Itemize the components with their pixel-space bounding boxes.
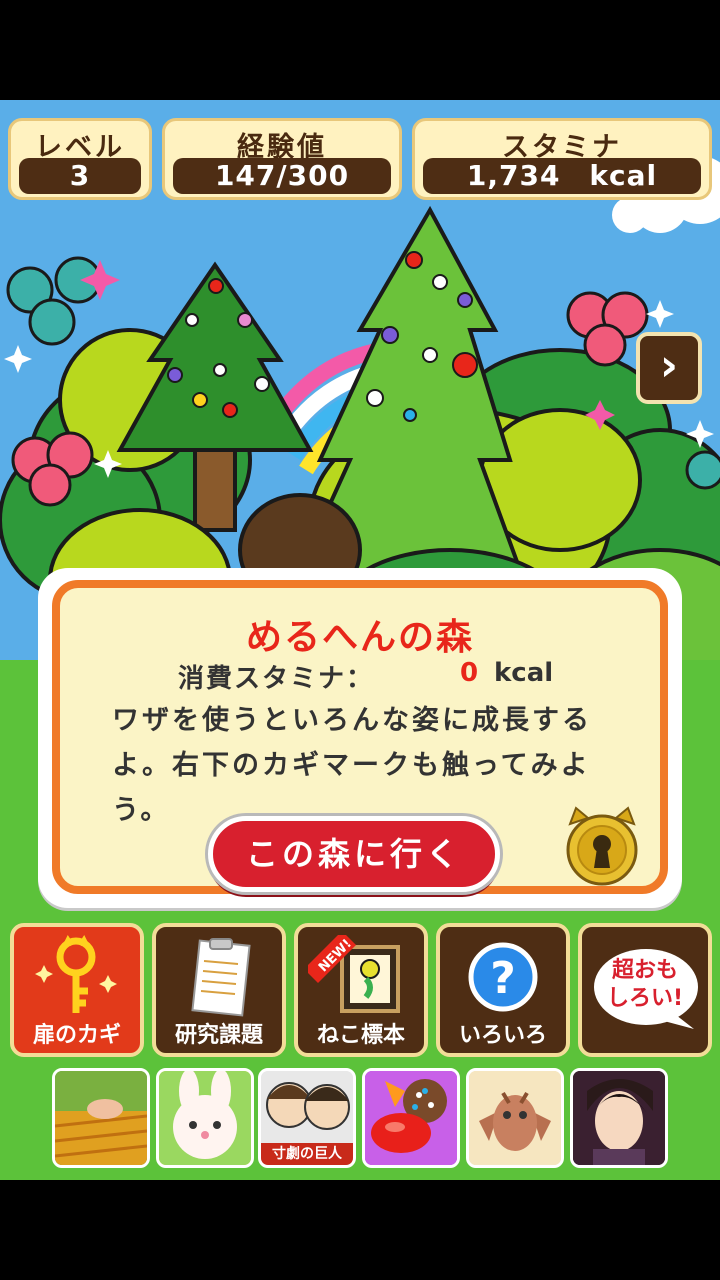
dialog-description: ワザを使うといろんな姿に成長するよ。右下のカギマークも触ってみよう。: [112, 705, 592, 826]
menu-label-specimen: ねこ標本: [316, 1023, 405, 1048]
stamina-cost: 消費スタミナ： 0 kcal: [178, 658, 553, 695]
dialog-title: めるへんの森: [245, 617, 474, 658]
level-panel: レベル 3: [8, 118, 152, 200]
chibi-giant-caption: 寸劇の巨人: [272, 1146, 342, 1162]
key-icon: [35, 935, 117, 1013]
menu-label-research: 研究課題: [174, 1023, 263, 1048]
dragon-game-image: [469, 1071, 561, 1165]
stamina-cost-label: 消費スタミナ：: [178, 664, 375, 694]
ad-romance-game[interactable]: [570, 1068, 668, 1168]
bunny-game-image: [159, 1071, 251, 1165]
specimen-frame-icon: NEW!: [308, 935, 400, 1013]
ad-farm-game[interactable]: [52, 1068, 150, 1168]
ad-dragon-game[interactable]: [466, 1068, 564, 1168]
menu-label-door-key: 扉のカギ: [32, 1023, 121, 1048]
forest-dialog: めるへんの森 消費スタミナ： 0 kcal ワザを使うといろんな姿に成長するよ。…: [38, 568, 682, 908]
stamina-panel: スタミナ 1,734 kcal: [412, 118, 712, 200]
menu-label-misc: いろいろ: [458, 1023, 547, 1048]
research-task-button[interactable]: 研究課題: [152, 923, 286, 1057]
question-icon: ?: [468, 942, 538, 1012]
exp-value: 147/300: [173, 158, 391, 194]
door-key-button[interactable]: 扉のカギ: [10, 923, 144, 1057]
chevron-right-icon: ›: [659, 340, 679, 391]
menu-label-super-fun: 超おもしろい!: [606, 958, 684, 1011]
clipboard-icon: [191, 938, 251, 1017]
ad-bunny-game[interactable]: [156, 1068, 254, 1168]
ad-chibi-giant[interactable]: 寸劇の巨人: [258, 1068, 356, 1168]
ad-candy-game[interactable]: [362, 1068, 460, 1168]
go-to-forest-button[interactable]: この森に行く: [208, 816, 500, 892]
next-forest-button[interactable]: ›: [636, 332, 702, 404]
super-fun-button[interactable]: 超おもしろい!: [578, 923, 712, 1057]
cat-specimen-button[interactable]: NEW! ねこ標本: [294, 923, 428, 1057]
game-screen: レベル 3 経験値 147/300 スタミナ 1,734 kcal › めるへん…: [0, 100, 720, 1180]
stamina-cost-unit: kcal: [494, 658, 554, 688]
stamina-value: 1,734 kcal: [423, 158, 701, 194]
farm-game-image: [55, 1071, 147, 1165]
stamina-cost-value: 0: [460, 658, 479, 688]
svg-text:?: ?: [490, 953, 516, 1004]
keyhole-coin-icon[interactable]: [562, 806, 642, 886]
dialog-panel: めるへんの森 消費スタミナ： 0 kcal ワザを使うといろんな姿に成長するよ。…: [52, 580, 668, 894]
exp-panel: 経験値 147/300: [162, 118, 402, 200]
level-value: 3: [19, 158, 141, 194]
candy-game-image: [365, 1071, 457, 1165]
romance-game-image: [573, 1071, 665, 1165]
misc-button[interactable]: ? いろいろ: [436, 923, 570, 1057]
